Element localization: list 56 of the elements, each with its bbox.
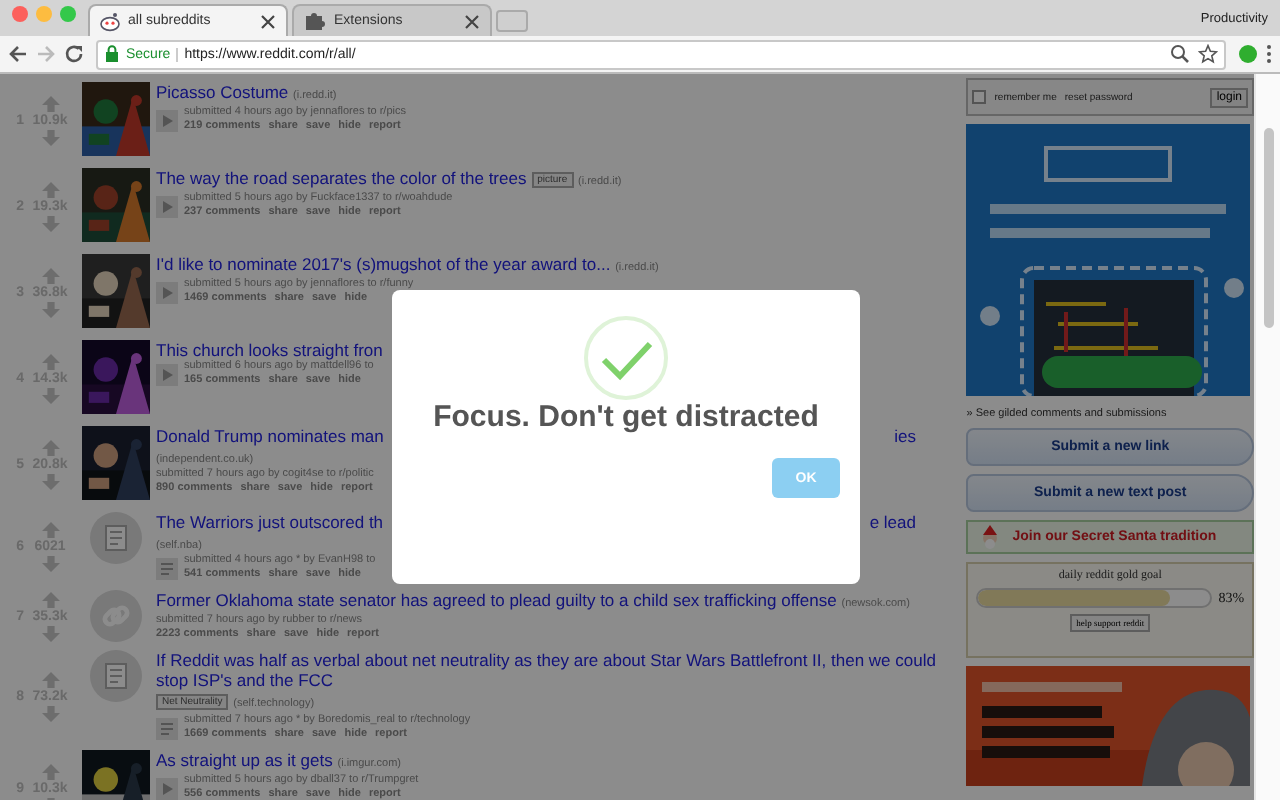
upvote-icon[interactable]	[41, 96, 59, 112]
close-icon[interactable]	[464, 13, 480, 29]
play-icon[interactable]	[156, 195, 178, 217]
downvote-icon[interactable]	[41, 130, 59, 146]
back-icon[interactable]	[8, 44, 28, 64]
play-icon[interactable]	[156, 281, 178, 303]
star-icon[interactable]	[1198, 44, 1218, 64]
play-icon[interactable]	[156, 109, 178, 131]
downvote-icon[interactable]	[41, 216, 59, 232]
upvote-icon[interactable]	[41, 522, 59, 538]
post-title-link[interactable]: ies	[894, 426, 916, 446]
text-expand-icon[interactable]	[156, 717, 178, 739]
upvote-icon[interactable]	[41, 671, 59, 687]
alien-icon	[100, 11, 120, 31]
post-title-link[interactable]: The Warriors just outscored th	[156, 512, 384, 532]
new-tab-button[interactable]	[496, 10, 528, 32]
post-title-link[interactable]: This church looks straight fron	[156, 340, 383, 360]
upvote-icon[interactable]	[41, 182, 59, 198]
close-icon[interactable]	[260, 13, 276, 29]
checkmark-icon	[584, 316, 668, 400]
scrollbar-thumb[interactable]	[1263, 128, 1274, 328]
downvote-icon[interactable]	[41, 625, 59, 641]
dialog-message: Focus. Don't get distracted	[433, 400, 819, 434]
upvote-icon[interactable]	[41, 440, 59, 456]
post-title-link[interactable]: Former Oklahoma state senator has agreed to plead guilty to a child sex trafficking offense	[156, 590, 837, 610]
play-icon[interactable]	[156, 363, 178, 385]
post-title-link[interactable]: e lead	[869, 512, 916, 532]
santa-icon	[980, 524, 1001, 550]
upvote-icon[interactable]	[41, 591, 59, 607]
text-post-icon	[90, 512, 142, 564]
forward-icon[interactable]	[36, 44, 56, 64]
text-post-icon	[90, 650, 142, 702]
post-title-link[interactable]: Donald Trump nominates man	[156, 426, 384, 446]
lock-icon	[104, 44, 120, 64]
post-title-link[interactable]: I'd like to nominate 2017's (s)mugshot of the year award to...	[156, 254, 611, 274]
upvote-icon[interactable]	[41, 268, 59, 284]
play-icon[interactable]	[156, 777, 178, 799]
post-title-link[interactable]: As straight up as it gets	[156, 750, 333, 770]
zoom-icon[interactable]	[1170, 44, 1190, 64]
downvote-icon[interactable]	[41, 388, 59, 404]
downvote-icon[interactable]	[41, 556, 59, 572]
remember-checkbox[interactable]	[972, 90, 987, 104]
text-expand-icon[interactable]	[156, 557, 178, 579]
upvote-icon[interactable]	[41, 764, 59, 780]
downvote-icon[interactable]	[41, 474, 59, 490]
post-title-link[interactable]: Picasso Costume	[156, 82, 289, 102]
downvote-icon[interactable]	[41, 705, 59, 721]
reload-icon[interactable]	[64, 44, 84, 64]
scrollbar[interactable]	[1254, 74, 1280, 800]
upvote-icon[interactable]	[41, 354, 59, 370]
downvote-icon[interactable]	[41, 302, 59, 318]
puzzle-icon	[304, 10, 326, 32]
post-title-link[interactable]: The way the road separates the color of the trees	[156, 168, 527, 188]
extension-icon[interactable]	[1238, 44, 1258, 64]
post-title-link[interactable]: If Reddit was half as verbal about net neutrality as they are about Star Wars Battlefront II, then we could stop ISP's and the FCC	[156, 650, 956, 690]
menu-icon[interactable]	[1266, 44, 1272, 64]
